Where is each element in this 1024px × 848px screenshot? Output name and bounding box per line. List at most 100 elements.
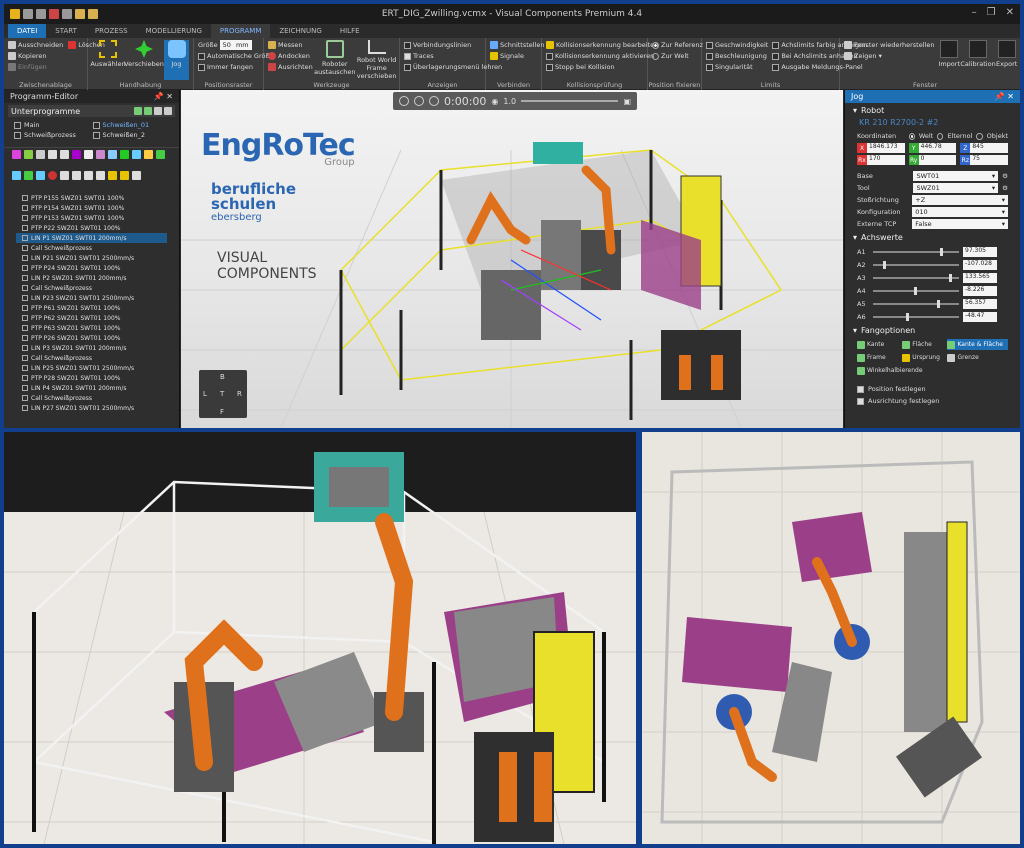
robot-name[interactable]: KR 210 R2700-2 #2 [845, 118, 1020, 127]
statement-row-selected[interactable]: LIN P1 SWZ01 SWT01 200mm/s [16, 233, 167, 243]
b-icon[interactable] [60, 150, 69, 159]
pause-icon[interactable] [72, 171, 81, 180]
chart-icon[interactable] [120, 171, 129, 180]
sub-icon[interactable] [132, 171, 141, 180]
statement-row[interactable]: PTP P155 SWZ01 SWT01 100% [22, 193, 167, 203]
pin-icon[interactable]: 📌 [995, 92, 1005, 101]
branch-icon[interactable] [72, 150, 81, 159]
axis-knob[interactable] [905, 312, 909, 321]
tab-modellierung[interactable]: MODELLIERUNG [137, 24, 211, 38]
grid-size-input[interactable]: 50 mm [219, 40, 252, 50]
statement-row[interactable]: Call Schweißprozess [22, 283, 167, 293]
show-dropdown[interactable]: Zeigen ▾ [844, 51, 934, 61]
tool-gear-icon[interactable]: ⚙ [1002, 184, 1008, 192]
axis-slider[interactable] [873, 273, 959, 282]
restore-window-button[interactable]: Fenster wiederherstellen [844, 40, 934, 50]
robot-world-frame-button[interactable]: Robot World Frame verschieben [357, 40, 396, 80]
coord-parent-radio[interactable] [937, 132, 944, 140]
comment-icon[interactable] [36, 171, 45, 180]
align-button[interactable]: Ausrichten [268, 62, 313, 72]
delete-routine-icon[interactable] [164, 107, 172, 115]
statement-row[interactable]: LIN P2 SWZ01 SWT01 200mm/s [22, 273, 167, 283]
play-icon[interactable] [429, 96, 439, 106]
jog-button[interactable]: Jog [164, 40, 189, 80]
always-snap-checkbox[interactable]: Immer fangen [198, 62, 274, 72]
measure-button[interactable]: Messen [268, 40, 313, 50]
statement-row[interactable]: PTP P26 SWZ01 SWT01 100% [22, 333, 167, 343]
axis-slider[interactable] [873, 312, 959, 321]
axis-knob[interactable] [914, 286, 918, 295]
snap-origin[interactable]: Ursprung [902, 352, 945, 363]
nav-right[interactable]: R [237, 390, 242, 398]
fix-orientation-checkbox[interactable]: Ausrichtung festlegen [845, 395, 1020, 407]
print-icon[interactable] [60, 171, 69, 180]
rz-field[interactable]: Rz 75 [960, 155, 1009, 165]
tab-datei[interactable]: DATEI [8, 24, 47, 38]
axis-knob[interactable] [948, 273, 952, 282]
axis-value[interactable]: 97.305 [963, 246, 997, 257]
wait-icon[interactable] [144, 150, 153, 159]
axis-slider[interactable] [873, 247, 959, 256]
nav-back[interactable]: B [220, 373, 225, 381]
statement-row[interactable]: PTP P22 SWZ01 SWT01 100% [22, 223, 167, 233]
doc-icon[interactable] [84, 150, 93, 159]
statement-row[interactable]: PTP P28 SWZ01 SWT01 100% [22, 373, 167, 383]
lin-icon[interactable] [24, 150, 33, 159]
auto-size-checkbox[interactable]: Automatische Größe [198, 51, 274, 61]
config-select[interactable]: 010 ▾ [912, 207, 1008, 217]
statement-row[interactable]: PTP P61 SWZ01 SWT01 100% [22, 303, 167, 313]
if-icon[interactable] [156, 150, 165, 159]
axis-knob[interactable] [936, 299, 940, 308]
routine-schweissen-01[interactable]: Schweißen_01 [92, 121, 170, 129]
axis-value[interactable]: 56.357 [963, 298, 997, 309]
loop-icon[interactable] [108, 150, 117, 159]
coord-world-radio[interactable] [908, 132, 915, 140]
reset-icon[interactable] [414, 96, 424, 106]
record-icon[interactable]: ◉ [491, 97, 498, 106]
axis-value[interactable]: -107.028 [963, 259, 997, 270]
minimize-icon[interactable]: – [972, 7, 977, 18]
snap-edge[interactable]: Kante [857, 339, 900, 350]
statement-row[interactable]: PTP P154 SWZ01 SWT01 100% [22, 203, 167, 213]
statement-row[interactable]: LIN P21 SWZ01 SWT01 2500mm/s [22, 253, 167, 263]
while-icon[interactable] [12, 171, 21, 180]
tab-zeichnung[interactable]: ZEICHNUNG [270, 24, 330, 38]
statement-row[interactable]: LIN P23 SWZ01 SWT01 2500mm/s [22, 293, 167, 303]
statement-row[interactable]: Call Schweißprozess [22, 243, 167, 253]
add-routine-icon[interactable] [134, 107, 142, 115]
3d-viewport[interactable]: 0:00:00 ◉ 1.0 ▣ EngRoTec Group beruflich… [181, 90, 843, 428]
statement-row[interactable]: LIN P4 SWZ01 SWT01 200mm/s [22, 383, 167, 393]
snap-bisector[interactable]: Winkelhalbierende [857, 365, 1008, 376]
snap-bounds[interactable]: Grenze [947, 352, 1008, 363]
grid-icon[interactable] [96, 150, 105, 159]
close-panel-icon[interactable]: ✕ [166, 92, 173, 101]
tab-prozess[interactable]: PROZESS [86, 24, 137, 38]
copy-routine-icon[interactable] [154, 107, 162, 115]
select-button[interactable]: Auswählen [90, 40, 126, 80]
import-button[interactable]: Import [938, 40, 960, 80]
collision-edit-button[interactable]: Kollisionserkennung bearbeiten [546, 40, 658, 50]
rx-field[interactable]: Rx 170 [857, 155, 905, 165]
coord-object-radio[interactable] [976, 132, 983, 140]
axis-value[interactable]: -48.47 [963, 311, 997, 322]
statement-row[interactable]: PTP P153 SWZ01 SWT01 100% [22, 213, 167, 223]
z-field[interactable]: Z 845 [960, 143, 1009, 153]
robot-swap-button[interactable]: Roboter austauschen [314, 40, 355, 80]
routine-schweissprozess[interactable]: Schweißprozess [14, 131, 91, 139]
view-navigation-cube[interactable]: B L T R F [199, 370, 247, 418]
interfaces-button[interactable]: Schnittstellen [490, 40, 545, 50]
delete-icon[interactable] [68, 41, 77, 49]
fix-to-reference-radio[interactable]: Zur Referenz [652, 40, 703, 50]
statement-row[interactable]: Call Schweißprozess [22, 393, 167, 403]
statement-row[interactable]: PTP P63 SWZ01 SWT01 100% [22, 323, 167, 333]
collision-activate-checkbox[interactable]: Kollisionserkennung aktivieren [546, 51, 658, 61]
axis-slider[interactable] [873, 286, 959, 295]
snap-frame[interactable]: Frame [857, 352, 900, 363]
base-select[interactable]: SWT01 ▾ [913, 171, 999, 181]
axis-knob[interactable] [940, 247, 944, 256]
signals-button[interactable]: Signale [490, 51, 545, 61]
axis-knob[interactable] [883, 260, 887, 269]
y-field[interactable]: Y 446.78 [908, 143, 957, 153]
robot-section-header[interactable]: ▾ Robot [845, 103, 1020, 118]
pin-icon[interactable]: 📌 [154, 92, 164, 101]
